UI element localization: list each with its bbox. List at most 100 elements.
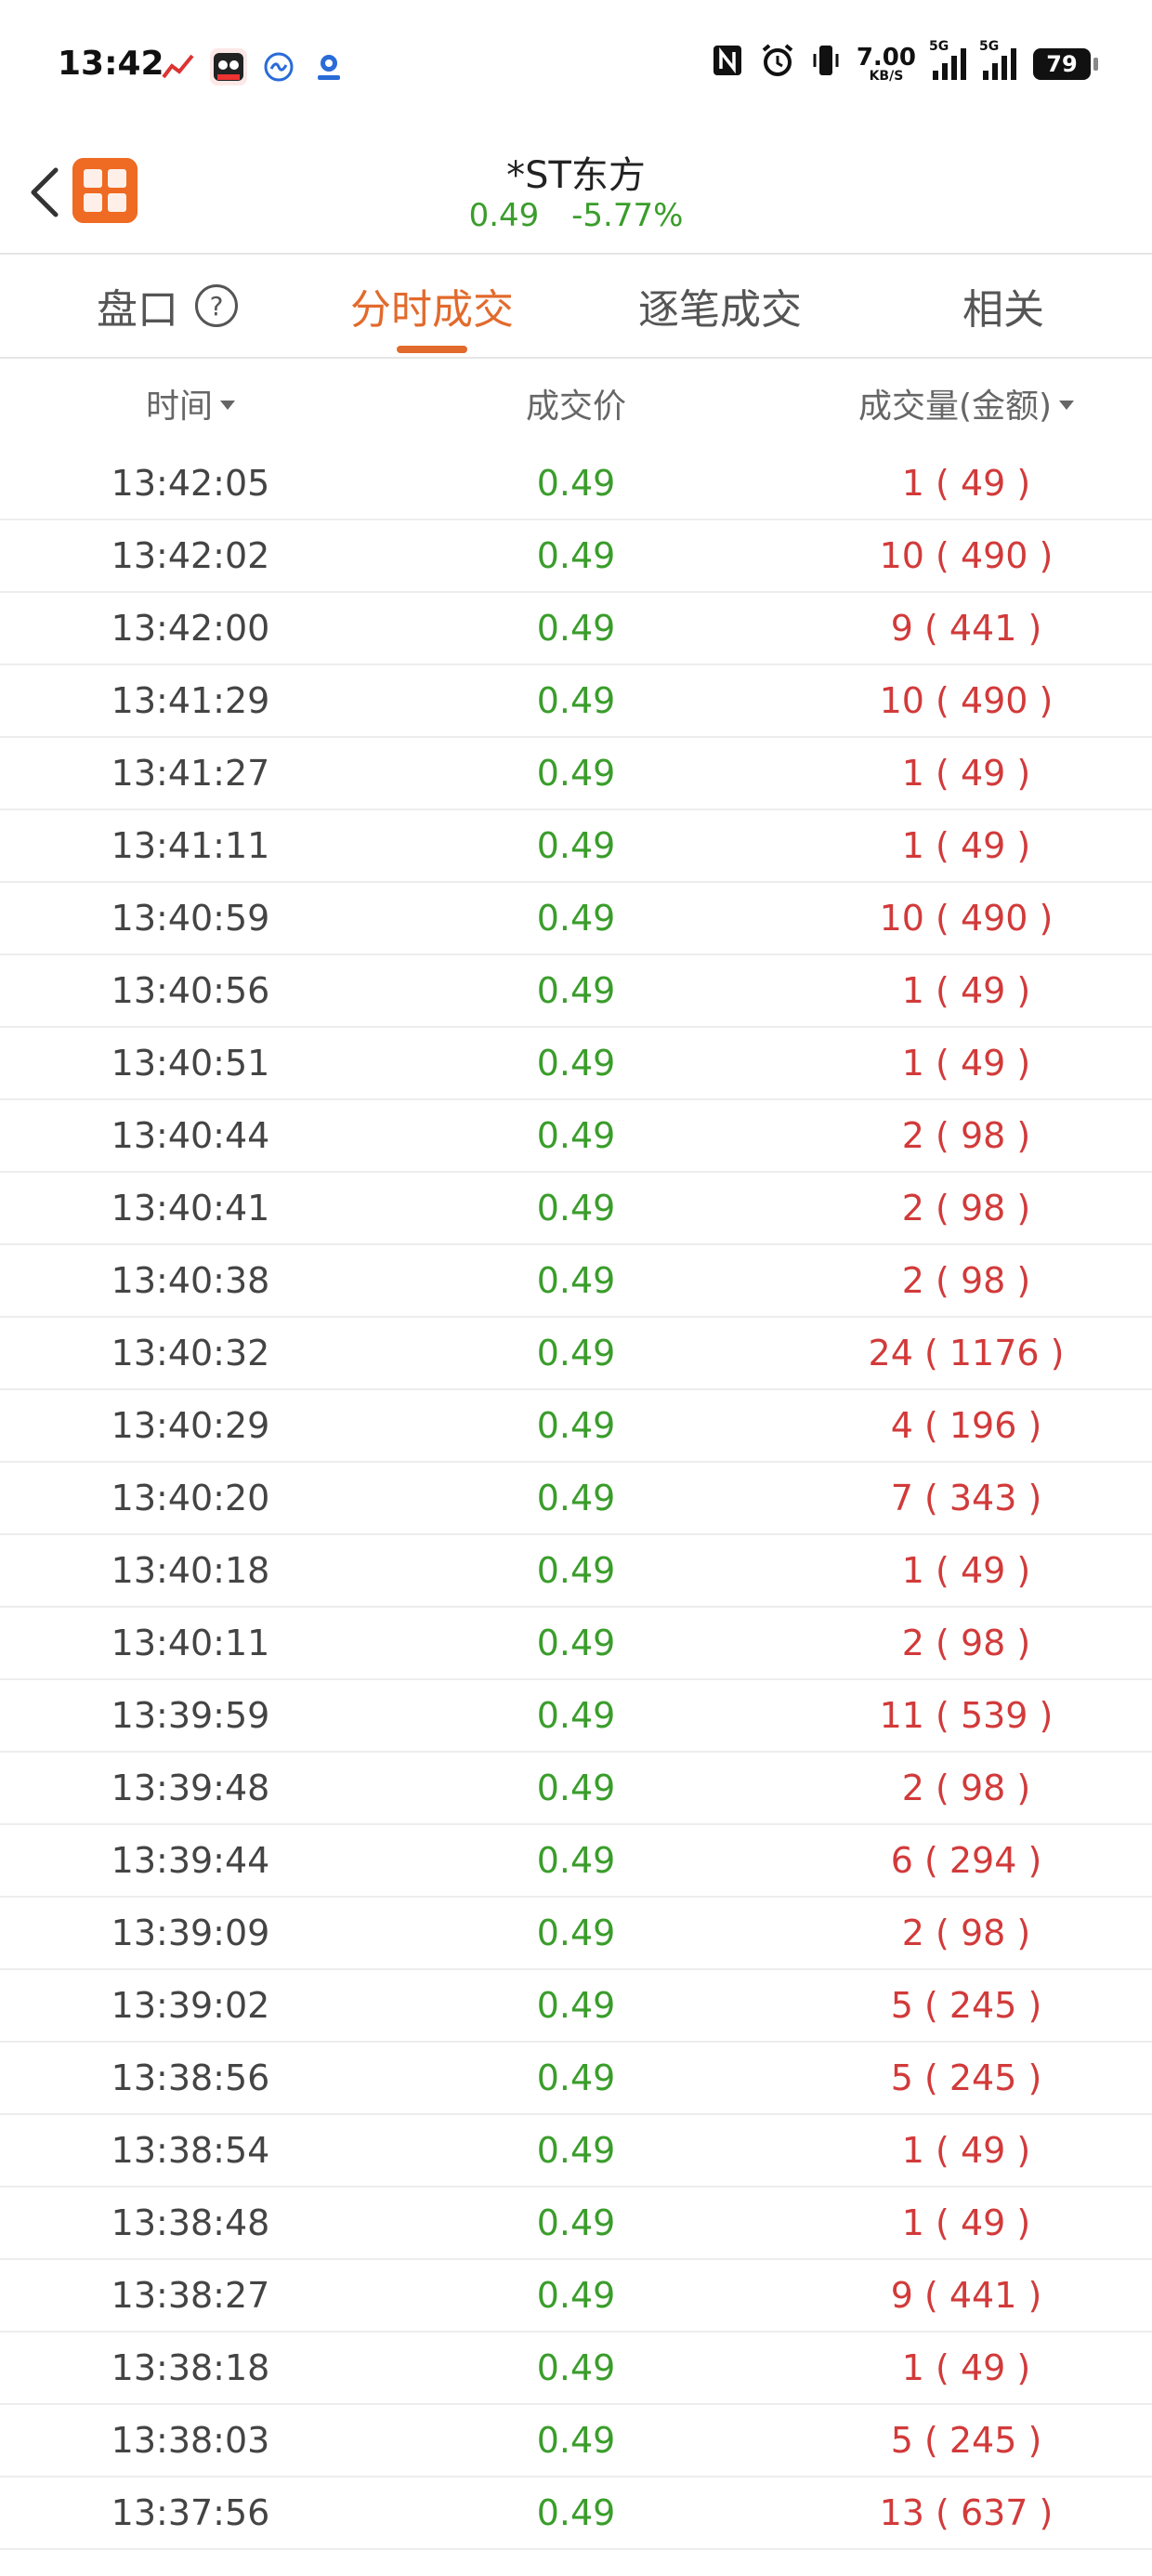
- stock-change-pct: -5.77%: [571, 197, 684, 234]
- trade-volume: 2 ( 98 ): [901, 1623, 1031, 1663]
- trade-time: 13:40:38: [111, 1260, 270, 1301]
- stock-name: *ST东方: [506, 154, 646, 197]
- nfc-icon: [712, 44, 743, 85]
- net-speed-unit: KB/S: [869, 69, 904, 84]
- trade-price: 0.49: [536, 1912, 616, 1953]
- trade-time: 13:41:11: [111, 825, 270, 866]
- back-button[interactable]: [17, 160, 72, 225]
- signal-strength-1: 5G: [929, 39, 966, 80]
- trade-volume: 1 ( 49 ): [901, 970, 1031, 1011]
- table-row: 13:40:38 0.49 2 ( 98 ): [0, 1245, 1152, 1318]
- trade-volume: 2 ( 98 ): [901, 1115, 1031, 1156]
- trade-price: 0.49: [536, 970, 616, 1011]
- tab-pankou[interactable]: 盘口 ?: [56, 255, 279, 357]
- trade-price: 0.49: [536, 2347, 616, 2388]
- trend-app-icon: [160, 48, 197, 85]
- trade-volume: 1 ( 49 ): [901, 463, 1031, 504]
- table-row: 13:40:51 0.49 1 ( 49 ): [0, 1028, 1152, 1100]
- trade-time: 13:40:56: [111, 970, 270, 1011]
- trade-volume: 2 ( 98 ): [901, 1768, 1031, 1808]
- trade-time: 13:40:20: [111, 1478, 270, 1518]
- trade-time: 13:40:44: [111, 1115, 270, 1156]
- trade-time: 13:40:11: [111, 1623, 270, 1663]
- trade-time: 13:39:59: [111, 1695, 270, 1736]
- trade-price: 0.49: [536, 753, 616, 794]
- chevron-left-icon: [31, 167, 59, 217]
- table-row: 13:39:09 0.49 2 ( 98 ): [0, 1898, 1152, 1970]
- trade-volume: 13 ( 637 ): [879, 2492, 1054, 2533]
- trade-volume: 1 ( 49 ): [901, 753, 1031, 794]
- trade-price: 0.49: [536, 1260, 616, 1301]
- tab-tick-trades[interactable]: 逐笔成交: [613, 255, 827, 357]
- table-row: 13:40:56 0.49 1 ( 49 ): [0, 955, 1152, 1028]
- net-speed-value: 7.00: [856, 44, 916, 72]
- trade-time: 13:42:02: [111, 535, 270, 576]
- trade-time: 13:39:09: [111, 1912, 270, 1953]
- price-column-label: 成交价: [525, 388, 626, 426]
- trade-volume: 10 ( 490 ): [879, 680, 1054, 721]
- battery-indicator: 79: [1033, 48, 1098, 80]
- trade-price: 0.49: [536, 1768, 616, 1808]
- trade-price: 0.49: [536, 1840, 616, 1881]
- stock-quote: 0.49 -5.77%: [0, 197, 1152, 234]
- trade-price: 0.49: [536, 2202, 616, 2243]
- table-row: 13:40:11 0.49 2 ( 98 ): [0, 1608, 1152, 1680]
- trade-time: 13:38:48: [111, 2202, 270, 2243]
- trade-volume: 4 ( 196 ): [890, 1405, 1042, 1446]
- time-column-header[interactable]: 时间: [74, 359, 307, 448]
- trade-volume: 1 ( 49 ): [901, 1043, 1031, 1084]
- trade-volume: 24 ( 1176 ): [868, 1333, 1065, 1373]
- active-tab-indicator: [397, 346, 467, 353]
- trade-table: 13:42:05 0.49 1 ( 49 ) 13:42:02 0.49 10 ( 49…: [0, 448, 1152, 2550]
- trade-volume: 2 ( 98 ): [901, 1188, 1031, 1229]
- tab-related[interactable]: 相关: [938, 255, 1068, 357]
- trade-time: 13:40:51: [111, 1043, 270, 1084]
- table-row: 13:37:56 0.49 13 ( 637 ): [0, 2477, 1152, 2550]
- help-icon[interactable]: ?: [195, 284, 238, 327]
- trade-price: 0.49: [536, 1333, 616, 1373]
- trade-time: 13:40:29: [111, 1405, 270, 1446]
- trade-time: 13:39:02: [111, 1985, 270, 2026]
- table-row: 13:39:48 0.49 2 ( 98 ): [0, 1753, 1152, 1825]
- trade-volume: 1 ( 49 ): [901, 825, 1031, 866]
- status-bar: 13:42 7.00 KB/S 5G 5G 79: [0, 0, 1152, 139]
- table-row: 13:40:32 0.49 24 ( 1176 ): [0, 1318, 1152, 1390]
- trade-time: 13:38:27: [111, 2275, 270, 2316]
- trade-volume: 2 ( 98 ): [901, 1260, 1031, 1301]
- stock-price: 0.49: [468, 197, 540, 234]
- signal-strength-2: 5G: [979, 39, 1016, 80]
- trade-price: 0.49: [536, 2275, 616, 2316]
- status-time: 13:42: [58, 45, 164, 83]
- table-row: 13:40:44 0.49 2 ( 98 ): [0, 1100, 1152, 1173]
- trade-price: 0.49: [536, 898, 616, 939]
- trade-price: 0.49: [536, 2130, 616, 2171]
- price-column-header: 成交价: [455, 359, 697, 448]
- trade-volume: 5 ( 245 ): [890, 1985, 1042, 2026]
- app-logo[interactable]: [72, 158, 137, 223]
- vibrate-icon: [812, 43, 840, 85]
- table-row: 13:38:27 0.49 9 ( 441 ): [0, 2260, 1152, 2333]
- trade-price: 0.49: [536, 1695, 616, 1736]
- table-row: 13:42:00 0.49 9 ( 441 ): [0, 593, 1152, 665]
- trade-volume: 1 ( 49 ): [901, 1550, 1031, 1591]
- volume-column-header[interactable]: 成交量(金额): [808, 359, 1124, 448]
- trade-volume: 9 ( 441 ): [890, 608, 1042, 649]
- sort-caret-icon: [220, 401, 235, 410]
- trade-volume: 6 ( 294 ): [890, 1840, 1042, 1881]
- table-row: 13:39:59 0.49 11 ( 539 ): [0, 1680, 1152, 1753]
- trade-price: 0.49: [536, 1985, 616, 2026]
- trade-volume: 7 ( 343 ): [890, 1478, 1042, 1518]
- table-row: 13:38:56 0.49 5 ( 245 ): [0, 2043, 1152, 2115]
- table-row: 13:39:02 0.49 5 ( 245 ): [0, 1970, 1152, 2043]
- tab-time-sharing-trades[interactable]: 分时成交: [325, 255, 539, 357]
- trade-volume: 1 ( 49 ): [901, 2130, 1031, 2171]
- battery-level: 79: [1046, 51, 1078, 77]
- east-money-logo-icon: [72, 158, 137, 223]
- table-row: 13:38:48 0.49 1 ( 49 ): [0, 2188, 1152, 2260]
- trade-time: 13:42:00: [111, 608, 270, 649]
- table-row: 13:38:54 0.49 1 ( 49 ): [0, 2115, 1152, 2188]
- table-row: 13:42:05 0.49 1 ( 49 ): [0, 448, 1152, 520]
- trade-price: 0.49: [536, 1043, 616, 1084]
- trade-volume: 5 ( 245 ): [890, 2057, 1042, 2098]
- trade-time: 13:40:32: [111, 1333, 270, 1373]
